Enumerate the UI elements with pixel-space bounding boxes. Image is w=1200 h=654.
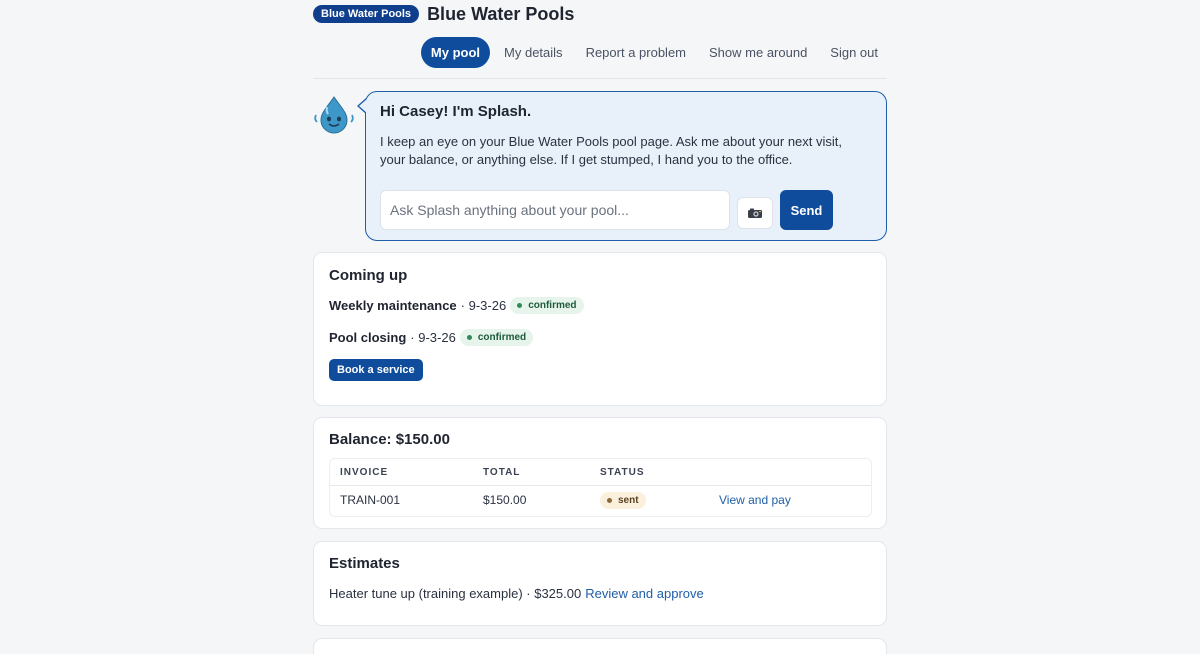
status-badge-label: confirmed xyxy=(477,332,527,343)
ask-splash-input[interactable] xyxy=(380,190,730,230)
balance-title: Balance: $150.00 xyxy=(329,431,450,448)
appointment-service: Weekly maintenance xyxy=(329,298,457,313)
invoice-number: TRAIN-001 xyxy=(340,493,401,507)
status-badge: confirmed xyxy=(510,297,584,314)
bubble-tail-inner xyxy=(359,99,367,113)
send-button[interactable]: Send xyxy=(780,190,833,230)
invoice-status-label: sent xyxy=(618,495,639,506)
book-service-button[interactable]: Book a service xyxy=(329,359,423,381)
coming-up-card: Coming up Weekly maintenance · 9-3-26 co… xyxy=(313,252,887,406)
camera-button[interactable] xyxy=(737,197,773,229)
balance-card: Balance: $150.00 INVOICE TOTAL STATUS TR… xyxy=(313,417,887,529)
estimate-item: Heater tune up (training example) · $325… xyxy=(329,586,704,601)
next-card xyxy=(313,638,887,654)
nav-report-problem[interactable]: Report a problem xyxy=(586,45,686,60)
appointment-item: Pool closing · 9-3-26 confirmed xyxy=(329,329,534,346)
nav-my-pool[interactable]: My pool xyxy=(420,37,491,68)
brand-title: Blue Water Pools xyxy=(427,3,575,24)
review-and-approve-link[interactable]: Review and approve xyxy=(585,586,704,601)
status-dot xyxy=(466,335,472,340)
nav-sign-out[interactable]: Sign out xyxy=(830,45,878,60)
appointment-service: Pool closing xyxy=(329,330,407,345)
column-header-total: TOTAL xyxy=(483,467,521,478)
status-badge: confirmed xyxy=(459,329,534,346)
estimates-title: Estimates xyxy=(329,555,400,572)
estimate-description: Heater tune up (training example) · $325… xyxy=(329,586,582,601)
estimates-card: Estimates Heater tune up (training examp… xyxy=(313,541,887,626)
nav-my-details[interactable]: My details xyxy=(504,45,563,60)
view-and-pay-link[interactable]: View and pay xyxy=(719,493,791,507)
splash-title: Hi Casey! I'm Splash. xyxy=(380,103,532,120)
splash-text: I keep an eye on your Blue Water Pools p… xyxy=(380,134,843,167)
main-nav: My pool My details Report a problem Show… xyxy=(420,37,887,68)
status-dot xyxy=(607,498,612,503)
column-header-status: STATUS xyxy=(600,467,645,478)
coming-up-title: Coming up xyxy=(329,267,408,284)
invoice-table: INVOICE TOTAL STATUS TRAIN-001 $150.00 s… xyxy=(329,458,872,517)
status-badge-label: confirmed xyxy=(528,300,577,311)
table-divider xyxy=(330,485,871,486)
nav-divider xyxy=(313,78,887,79)
splash-mascot-icon xyxy=(314,96,354,134)
invoice-status-badge: sent xyxy=(600,492,646,509)
camera-icon xyxy=(748,208,762,218)
column-header-invoice: INVOICE xyxy=(340,467,389,478)
nav-show-me-around[interactable]: Show me around xyxy=(709,45,807,60)
brand-pill[interactable]: Blue Water Pools xyxy=(313,5,420,23)
brand: Blue Water Pools Blue Water Pools xyxy=(313,4,574,24)
status-dot xyxy=(517,303,523,308)
appointment-date: · 9-3-26 xyxy=(410,330,456,345)
appointment-item: Weekly maintenance · 9-3-26 confirmed xyxy=(329,297,584,314)
appointment-date: · 9-3-26 xyxy=(460,298,507,313)
invoice-total: $150.00 xyxy=(483,493,527,507)
splash-bubble: Hi Casey! I'm Splash. I keep an eye on y… xyxy=(365,91,887,241)
